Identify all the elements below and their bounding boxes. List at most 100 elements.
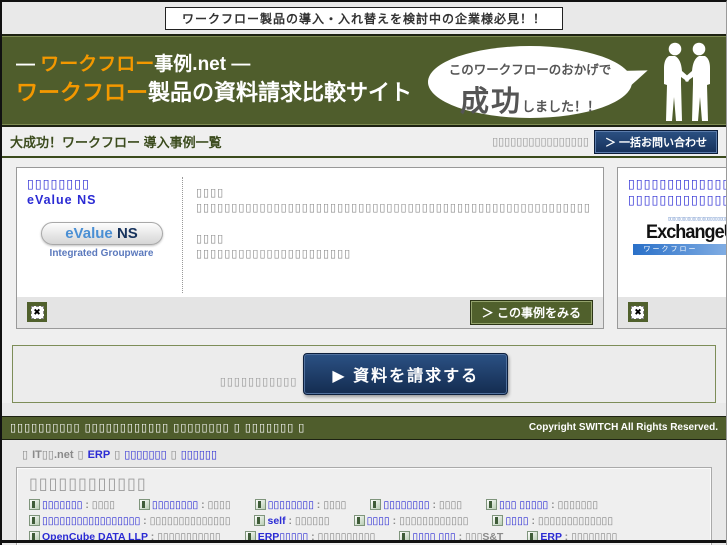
- related-link-desc: ▯▯▯▯: [91, 498, 115, 511]
- bubble-text-top: このワークフローのおかげで: [448, 63, 612, 77]
- breadcrumb-link[interactable]: ▯▯▯▯▯▯: [181, 449, 217, 461]
- title-dash: ―: [16, 54, 41, 75]
- main-content: ▯▯▯▯▯▯▯▯ eValue NS eValue NS Integrated G…: [2, 158, 726, 403]
- external-link-icon[interactable]: [138, 498, 150, 510]
- external-link-icon[interactable]: [353, 514, 365, 526]
- related-link-item: ▯▯▯▯ : ▯▯▯▯▯▯▯▯▯▯▯▯: [353, 513, 468, 529]
- related-link-label[interactable]: ▯▯▯▯▯▯▯▯▯▯▯▯▯▯▯▯▯: [42, 515, 140, 527]
- evalue-logo: eValue NS Integrated Groupware: [27, 222, 176, 259]
- related-link-desc: ▯▯▯▯: [207, 498, 231, 511]
- exchangeuse-logo-bar: ワークフロー: [633, 244, 726, 256]
- related-link-desc: ▯▯▯▯▯▯▯▯▯▯▯▯▯▯: [149, 514, 231, 527]
- title2-orange: ワークフロー: [16, 79, 149, 105]
- related-links-box: ▯▯▯▯▯▯▯▯▯▯▯▯ ▯▯▯▯▯▯▯ : ▯▯▯▯ ▯▯▯▯▯▯▯▯ : ▯▯…: [16, 466, 712, 545]
- site-title-line2: ワークフロー製品の資料請求比較サイト: [16, 78, 412, 108]
- related-link-label[interactable]: ▯▯▯▯▯▯▯▯: [268, 499, 314, 511]
- card-footer: ✖ ＞ この事例をみる: [617, 296, 726, 328]
- related-link-desc: ▯▯▯▯▯▯▯▯▯▯▯▯▯: [537, 514, 613, 527]
- broken-image-icon[interactable]: ✖: [627, 302, 648, 323]
- handshake-people-icon: [664, 42, 710, 121]
- link-separator: :: [313, 498, 324, 511]
- footer-bar: ▯▯▯▯▯▯▯▯▯▯ ▯▯▯▯▯▯▯▯▯▯▯▯ ▯▯▯▯▯▯▯▯ ▯ ▯▯▯▯▯…: [2, 415, 726, 440]
- link-separator: :: [389, 514, 400, 527]
- external-link-icon[interactable]: [486, 498, 498, 510]
- exchangeuse-logo: ▯▯▯▯▯▯▯▯▯▯▯▯▯▯▯▯▯▯▯▯▯▯▯▯▯▯▯▯ ExchangeUSE…: [633, 216, 726, 256]
- case-title-line1: ▯▯▯▯▯▯▯▯▯▯▯▯▯: [627, 177, 727, 191]
- breadcrumb-link[interactable]: ▯▯▯▯▯▯▯: [124, 449, 166, 461]
- evalue-logo-pill: eValue NS: [40, 222, 163, 246]
- request-documents-button[interactable]: ▶ 資料を請求する: [303, 352, 509, 395]
- related-links-list: ▯▯▯▯▯▯▯ : ▯▯▯▯ ▯▯▯▯▯▯▯▯ : ▯▯▯▯ ▯▯▯▯▯▯▯▯ : …: [29, 497, 699, 545]
- bubble-tail: [621, 65, 651, 91]
- link-separator: :: [548, 498, 558, 511]
- section-heading: ▯▯▯▯: [196, 233, 225, 246]
- case-card-exchangeuse: ▯▯▯▯▯▯▯▯▯▯▯▯▯ ▯▯▯▯▯▯▯▯▯▯▯▯ ▯▯ ▯▯▯▯▯▯▯▯▯▯▯▯…: [616, 167, 727, 329]
- related-links-title: ▯▯▯▯▯▯▯▯▯▯▯▯: [29, 475, 147, 493]
- section-body: ▯▯▯▯▯▯▯▯▯▯▯▯▯▯▯▯▯▯▯▯▯▯: [196, 248, 352, 261]
- bubble-rest-word: しました！！: [522, 99, 601, 114]
- case-title-line1: ▯▯▯▯▯▯▯▯: [27, 177, 91, 191]
- case-card-evalue: ▯▯▯▯▯▯▯▯ eValue NS eValue NS Integrated G…: [16, 167, 604, 329]
- bubble-big-word: 成功: [459, 86, 522, 118]
- case-section-1: ▯▯▯▯ ▯▯▯▯▯▯▯▯▯▯▯▯▯▯▯▯▯▯▯▯▯▯▯▯▯▯▯▯▯▯▯▯▯▯▯…: [196, 186, 591, 215]
- breadcrumb-text: ▯: [77, 448, 84, 461]
- breadcrumb-text: ▯: [22, 448, 29, 461]
- external-link-icon[interactable]: [254, 514, 266, 526]
- card-text-column: ▯▯▯▯ ▯▯▯▯▯▯▯▯▯▯▯▯▯▯▯▯▯▯▯▯▯▯▯▯▯▯▯▯▯▯▯▯▯▯▯…: [183, 177, 595, 293]
- related-link-item: ▯▯▯▯ : ▯▯▯▯▯▯▯▯▯▯▯▯▯: [492, 513, 613, 529]
- site-title-block: ― ワークフロー事例.net ― ワークフロー製品の資料請求比較サイト: [16, 52, 412, 107]
- bubble-text-bottom: 成功しました！！: [428, 78, 632, 120]
- top-banner: ワークフロー製品の導入・入れ替えを検討中の企業様必見！！: [164, 7, 563, 30]
- bulk-contact-button[interactable]: ＞ 一括お問い合わせ: [593, 129, 718, 154]
- related-link-desc: ▯▯▯▯▯▯: [294, 514, 330, 527]
- external-link-icon[interactable]: [492, 514, 504, 526]
- related-link-item: ▯▯▯▯▯▯▯ : ▯▯▯▯: [29, 497, 115, 513]
- related-link-label[interactable]: self: [267, 515, 285, 527]
- site-title-line1: ― ワークフロー事例.net ―: [16, 52, 412, 78]
- broken-image-x: ✖: [631, 305, 645, 319]
- related-link-item: ▯▯▯▯▯▯▯▯ : ▯▯▯▯: [138, 497, 231, 513]
- window-bottom-edge: [2, 540, 726, 543]
- related-link-label[interactable]: ▯▯▯▯▯▯▯▯: [383, 499, 429, 511]
- evalue-logo-subtitle: Integrated Groupware: [49, 248, 154, 260]
- section-heading: ▯▯▯▯: [196, 187, 225, 199]
- section-body: ▯▯▯▯▯▯▯▯▯▯▯▯▯▯▯▯▯▯▯▯▯▯▯▯▯▯▯▯▯▯▯▯▯▯▯▯▯▯▯▯…: [196, 202, 591, 214]
- case-title-link[interactable]: ▯▯▯▯▯▯▯▯ eValue NS: [27, 177, 176, 208]
- related-link-desc: ▯▯▯▯: [323, 498, 347, 511]
- page-title: 大成功！ワークフロー 導入事例一覧: [10, 135, 222, 150]
- external-link-icon[interactable]: [29, 514, 40, 526]
- external-link-icon[interactable]: [370, 498, 382, 510]
- view-case-button[interactable]: ＞ この事例をみる: [469, 299, 593, 325]
- related-link-label[interactable]: ▯▯▯ ▯▯▯▯▯: [499, 499, 548, 511]
- card-left-column: ▯▯▯▯▯▯▯▯ eValue NS eValue NS Integrated G…: [27, 177, 183, 293]
- related-link-label[interactable]: ▯▯▯▯▯▯▯▯: [152, 499, 198, 511]
- broken-image-icon[interactable]: ✖: [27, 302, 47, 323]
- link-separator: :: [285, 514, 295, 527]
- card-main: ▯▯▯▯▯▯▯▯ eValue NS eValue NS Integrated G…: [17, 168, 603, 297]
- case-title-line2: eValue NS: [27, 192, 97, 207]
- site-header: ― ワークフロー事例.net ― ワークフロー製品の資料請求比較サイト このワー…: [2, 34, 726, 127]
- related-link-label[interactable]: ▯▯▯▯: [367, 515, 390, 527]
- link-separator: :: [198, 498, 208, 511]
- external-link-icon[interactable]: [29, 498, 40, 510]
- case-title-link[interactable]: ▯▯▯▯▯▯▯▯▯▯▯▯▯▯▯▯▯▯▯▯▯▯▯▯▯▯▯: [627, 177, 727, 208]
- exchangeuse-logo-main: ExchangeUSE: [646, 222, 726, 244]
- related-link-item: ▯▯▯▯▯▯▯▯ : ▯▯▯▯: [254, 497, 347, 513]
- cta-placeholder-text: ▯▯▯▯▯▯▯▯▯▯▯: [219, 376, 298, 389]
- related-link-label[interactable]: ▯▯▯▯▯▯▯: [42, 499, 82, 511]
- top-banner-row: ワークフロー製品の導入・入れ替えを検討中の企業様必見！！: [2, 2, 726, 30]
- request-documents-section: ▯▯▯▯▯▯▯▯▯▯▯ ▶ 資料を請求する: [12, 344, 716, 403]
- section-header-right: ▯▯▯▯▯▯▯▯▯▯▯▯▯▯▯▯ ＞ 一括お問い合わせ: [492, 129, 718, 154]
- evalue-logo-blue: eValue: [65, 225, 113, 243]
- title2-rest: 製品の資料請求比較サイト: [148, 79, 413, 105]
- breadcrumb-link[interactable]: ERP: [88, 449, 111, 461]
- browser-page: ワークフロー製品の導入・入れ替えを検討中の企業様必見！！ ― ワークフロー事例.…: [0, 0, 727, 545]
- copyright-text: Copyright SWITCH All Rights Reserved.: [528, 422, 718, 434]
- breadcrumb-text: ▯: [170, 448, 177, 461]
- title-rest: 事例.net ―: [154, 54, 251, 75]
- card-footer: ✖ ＞ この事例をみる: [17, 296, 603, 328]
- link-separator: :: [429, 498, 439, 511]
- external-link-icon[interactable]: [254, 498, 266, 510]
- related-link-label[interactable]: ▯▯▯▯: [505, 515, 528, 527]
- evalue-logo-navy: NS: [116, 225, 138, 243]
